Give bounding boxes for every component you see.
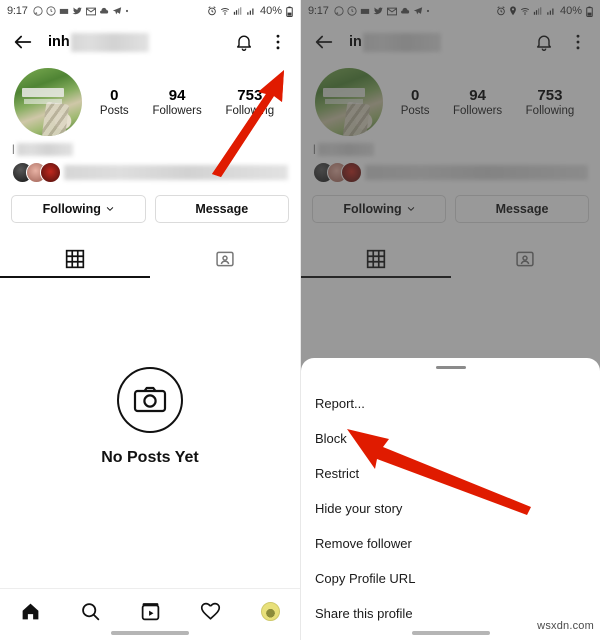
bio-marker: |: [12, 144, 15, 155]
menu-item-label: Restrict: [315, 466, 360, 482]
username-redaction: [70, 32, 149, 52]
stat-following-count: 753: [237, 86, 263, 104]
menu-item-label: Report...: [315, 396, 365, 412]
profile-stats: 0 Posts 94 Followers 753 Following: [82, 87, 286, 117]
tagged-person-icon: [216, 251, 234, 267]
watermark: wsxdn.com: [537, 620, 594, 632]
profile-header: 0 Posts 94 Followers 753 Following: [0, 62, 300, 136]
menu-item-copy-profile-url[interactable]: Copy Profile URL: [315, 561, 586, 596]
menu-item-hide-your-story[interactable]: Hide your story: [315, 491, 586, 526]
nav-home[interactable]: [0, 598, 60, 624]
bio-line: |: [12, 143, 288, 156]
profile-bio: |: [0, 136, 300, 183]
alarm-icon: [208, 6, 216, 16]
mutual-followers-redaction: [64, 165, 288, 180]
telegram-icon: [112, 7, 121, 15]
drag-handle[interactable]: [435, 366, 466, 370]
home-indicator: [111, 631, 189, 635]
stat-following-label: Following: [225, 105, 275, 118]
signal-icon: [233, 7, 242, 15]
menu-item-report[interactable]: Report...: [315, 386, 586, 421]
menu-item-label: Hide your story: [315, 501, 403, 517]
menu-item-label: Block: [315, 431, 347, 447]
menu-item-restrict[interactable]: Restrict: [315, 456, 586, 491]
whatsapp-icon: [33, 6, 43, 16]
back-arrow-icon[interactable]: [12, 31, 34, 53]
search-icon: [81, 602, 99, 620]
mutual-avatar: [40, 162, 61, 183]
status-bar-system-icons: 40%: [207, 5, 293, 17]
tab-tagged[interactable]: [150, 241, 300, 277]
grid-icon: [65, 249, 85, 269]
bell-icon[interactable]: [234, 31, 254, 53]
nav-reels[interactable]: [120, 598, 180, 624]
bio-redaction: [16, 143, 73, 156]
more-vertical-icon[interactable]: [268, 31, 288, 53]
status-bar-notification-icons: [33, 6, 129, 16]
stat-followers-count: 94: [168, 86, 186, 104]
reels-icon: [141, 602, 159, 620]
gmail-icon: [85, 7, 96, 15]
avatar[interactable]: [14, 68, 82, 136]
bottom-navigation: [0, 588, 300, 640]
phone-screen-profile: 9:17 40% inh 0 Posts 94 Followers 753 Fo…: [0, 0, 300, 640]
heart-icon: [200, 602, 220, 620]
twitter-icon: [72, 7, 82, 15]
nav-profile[interactable]: [240, 598, 300, 624]
stat-posts[interactable]: 0 Posts: [100, 87, 129, 117]
stat-posts-label: Posts: [99, 105, 129, 118]
stat-posts-count: 0: [110, 86, 119, 104]
wifi-icon: [220, 8, 229, 15]
following-button-label: Following: [42, 202, 101, 216]
message-button[interactable]: Message: [154, 195, 289, 223]
screenshot-pair: 9:17 40% inh 0 Posts 94 Followers 753 Fo…: [0, 0, 600, 640]
status-bar: 9:17 40%: [0, 0, 300, 22]
camera-icon: [133, 386, 167, 413]
stat-followers-label: Followers: [152, 105, 202, 118]
profile-username: inh: [48, 32, 234, 52]
home-icon: [22, 603, 38, 619]
chevron-down-icon: [106, 207, 114, 211]
profile-action-buttons: Following Message: [0, 183, 300, 223]
menu-item-block[interactable]: Block: [315, 421, 586, 456]
empty-state: No Posts Yet: [0, 367, 300, 467]
battery-percent-label: 40%: [259, 5, 282, 17]
app-bar: inh: [0, 22, 300, 62]
following-button[interactable]: Following: [11, 195, 146, 223]
menu-item-label: Remove follower: [315, 536, 412, 552]
menu-item-remove-follower[interactable]: Remove follower: [315, 526, 586, 561]
options-list: Report... Block Restrict Hide your story…: [315, 386, 586, 631]
stat-following[interactable]: 753 Following: [226, 87, 275, 117]
username-text: inh: [48, 34, 70, 50]
mail-icon: [59, 8, 68, 14]
empty-state-label: No Posts Yet: [101, 449, 199, 466]
cellular-icon: [247, 8, 254, 15]
tab-grid[interactable]: [0, 241, 150, 278]
home-indicator: [411, 631, 490, 635]
stat-followers[interactable]: 94 Followers: [152, 87, 201, 117]
cloud-icon: [99, 7, 108, 14]
mutual-followers-avatars: [12, 162, 61, 183]
nav-search[interactable]: [60, 598, 120, 624]
profile-tabs: [0, 241, 300, 278]
battery-icon: [286, 6, 293, 17]
empty-state-ring: [117, 367, 183, 433]
clock-icon: [46, 6, 56, 16]
story-highlights-row[interactable]: [12, 162, 288, 183]
app-bar-actions: [234, 31, 288, 53]
menu-item-label: Copy Profile URL: [315, 571, 416, 587]
message-button-label: Message: [195, 202, 249, 216]
dot-icon: [125, 9, 128, 13]
status-bar-time: 9:17: [7, 5, 28, 17]
options-bottom-sheet: Report... Block Restrict Hide your story…: [301, 358, 600, 640]
phone-screen-options-sheet: 9:17 40%: [300, 0, 600, 640]
avatar-icon: [260, 601, 280, 621]
menu-item-label: Share this profile: [315, 606, 413, 622]
nav-activity[interactable]: [180, 598, 240, 624]
